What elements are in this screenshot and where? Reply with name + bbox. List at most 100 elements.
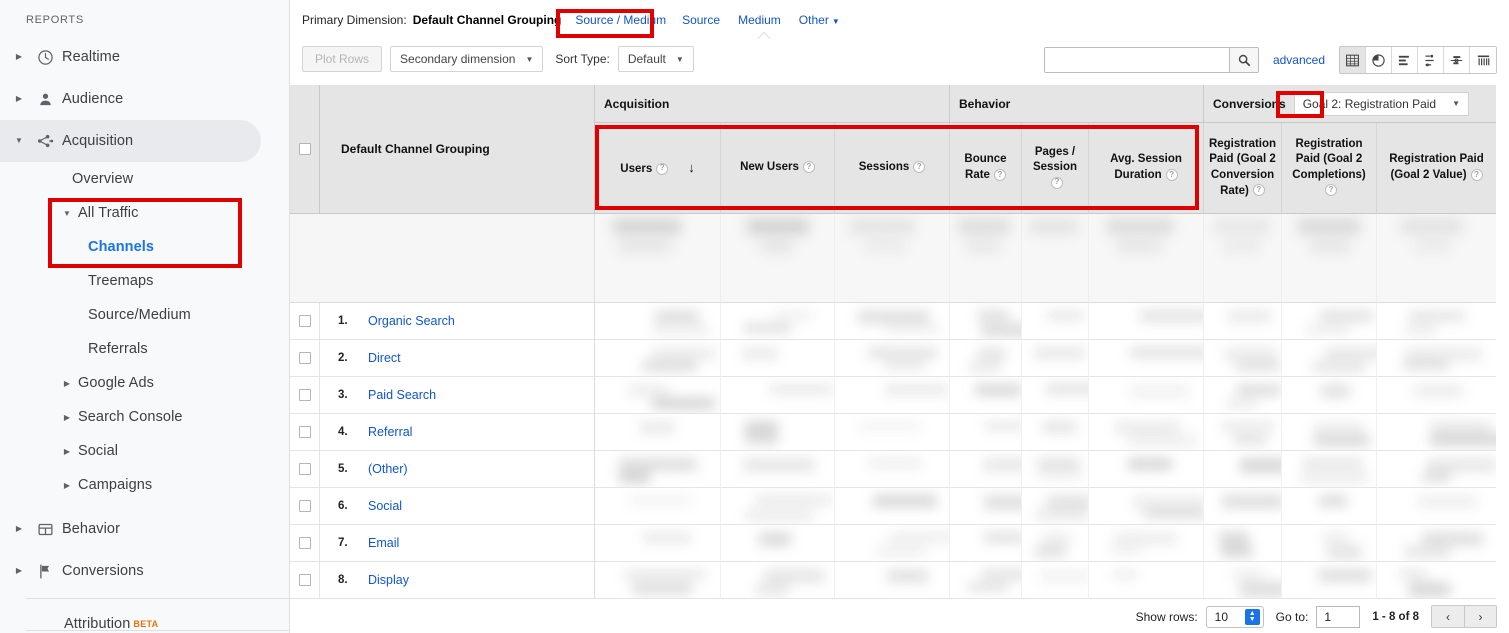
previous-page-button[interactable]: ‹ xyxy=(1431,605,1464,628)
show-rows-select[interactable]: 10 ▲▼ xyxy=(1206,606,1264,628)
row-dimension-link[interactable]: Email xyxy=(368,536,399,550)
sidebar-item-campaigns[interactable]: ▶ Campaigns xyxy=(0,468,289,502)
dimension-link-source[interactable]: Source xyxy=(682,13,720,27)
stepper-icon[interactable]: ▲▼ xyxy=(1245,609,1260,625)
help-icon[interactable]: ? xyxy=(1471,169,1483,181)
row-checkbox[interactable] xyxy=(299,426,311,438)
dimension-link-source-medium[interactable]: Source / Medium xyxy=(575,13,666,27)
sort-type-value: Default xyxy=(628,52,666,66)
row-dimension-link[interactable]: Referral xyxy=(368,425,412,439)
sidebar-item-behavior[interactable]: ▶ Behavior xyxy=(0,508,289,550)
help-icon[interactable]: ? xyxy=(1051,177,1063,189)
column-group-acquisition: Acquisition xyxy=(595,85,950,123)
advanced-link[interactable]: advanced xyxy=(1273,53,1325,67)
table-row[interactable]: 2.Direct xyxy=(290,340,1509,377)
sidebar-item-label: Channels xyxy=(88,239,154,255)
row-checkbox[interactable] xyxy=(299,463,311,475)
row-dimension-link[interactable]: (Other) xyxy=(368,462,408,476)
column-header-sessions[interactable]: Sessions? xyxy=(835,123,950,214)
sidebar-item-overview[interactable]: Overview xyxy=(0,162,289,196)
show-rows-label: Show rows: xyxy=(1136,610,1198,624)
search-input[interactable] xyxy=(1045,48,1229,72)
row-index: 2. xyxy=(338,352,368,364)
column-header-avg-session-duration[interactable]: Avg. Session Duration? xyxy=(1089,123,1204,214)
row-dimension-link[interactable]: Social xyxy=(368,499,402,513)
sidebar-item-referrals[interactable]: Referrals xyxy=(0,332,289,366)
view-type-group xyxy=(1339,46,1497,74)
chevron-right-icon: ▶ xyxy=(10,525,28,533)
column-header-pages-session[interactable]: Pages / Session? xyxy=(1022,123,1089,214)
sidebar-item-acquisition[interactable]: ▼ Acquisition xyxy=(0,120,261,162)
sidebar-item-source-medium[interactable]: Source/Medium xyxy=(0,298,289,332)
search-button[interactable] xyxy=(1229,47,1259,73)
row-checkbox[interactable] xyxy=(299,315,311,327)
redacted-value xyxy=(950,451,1021,487)
plot-rows-button[interactable]: Plot Rows xyxy=(302,46,382,72)
row-dimension-cell: 7.Email xyxy=(320,525,595,562)
bar-view-icon[interactable] xyxy=(1392,47,1418,73)
sort-type-select[interactable]: Default ▼ xyxy=(618,46,694,72)
column-header-bounce-rate[interactable]: Bounce Rate? xyxy=(950,123,1022,214)
goto-input[interactable]: 1 xyxy=(1316,606,1360,628)
row-checkbox[interactable] xyxy=(299,500,311,512)
dimension-link-other[interactable]: Other▼ xyxy=(799,13,840,27)
column-header-new-users[interactable]: New Users? xyxy=(721,123,835,214)
table-row[interactable]: 5.(Other) xyxy=(290,451,1509,488)
redacted-value xyxy=(1022,303,1088,339)
sidebar-item-google-ads[interactable]: ▶ Google Ads xyxy=(0,366,289,400)
sidebar-item-conversions[interactable]: ▶ Conversions xyxy=(0,550,289,592)
table-row[interactable]: 4.Referral xyxy=(290,414,1509,451)
redacted-value xyxy=(1377,214,1496,302)
help-icon[interactable]: ? xyxy=(1253,184,1265,196)
sidebar-item-social[interactable]: ▶ Social xyxy=(0,434,289,468)
pie-view-icon[interactable] xyxy=(1366,47,1392,73)
sidebar-item-attribution[interactable]: Attribution BETA xyxy=(0,605,289,633)
table-row[interactable]: 3.Paid Search xyxy=(290,377,1509,414)
comparison-view-icon[interactable] xyxy=(1444,47,1470,73)
chevron-right-icon: ▶ xyxy=(60,379,74,388)
next-page-button[interactable]: › xyxy=(1464,605,1497,628)
row-metric-cell xyxy=(721,562,835,599)
help-icon[interactable]: ? xyxy=(994,169,1006,181)
pagination-buttons: ‹ › xyxy=(1431,605,1497,628)
sidebar-item-channels[interactable]: Channels xyxy=(0,230,289,264)
row-dimension-link[interactable]: Organic Search xyxy=(368,314,455,328)
table-row[interactable]: 1.Organic Search xyxy=(290,303,1509,340)
row-checkbox[interactable] xyxy=(299,574,311,586)
row-dimension-link[interactable]: Display xyxy=(368,573,409,587)
column-header-goal2-value[interactable]: Registration Paid (Goal 2 Value)? xyxy=(1377,123,1496,214)
redacted-value xyxy=(950,488,1021,524)
performance-view-icon[interactable] xyxy=(1418,47,1444,73)
sidebar-item-treemaps[interactable]: Treemaps xyxy=(0,264,289,298)
secondary-dimension-button[interactable]: Secondary dimension ▼ xyxy=(390,46,543,72)
help-icon[interactable]: ? xyxy=(913,161,925,173)
goal-selector[interactable]: Goal 2: Registration Paid ▼ xyxy=(1294,92,1469,116)
table-row[interactable]: 7.Email xyxy=(290,525,1509,562)
row-dimension-link[interactable]: Direct xyxy=(368,351,401,365)
redacted-value xyxy=(595,562,720,598)
help-icon[interactable]: ? xyxy=(1166,169,1178,181)
help-icon[interactable]: ? xyxy=(656,163,668,175)
redacted-value xyxy=(721,488,834,524)
row-dimension-link[interactable]: Paid Search xyxy=(368,388,436,402)
column-header-users[interactable]: Users?↓ xyxy=(595,123,721,214)
row-checkbox[interactable] xyxy=(299,389,311,401)
pivot-view-icon[interactable] xyxy=(1470,47,1496,73)
column-header-goal2-conversion-rate[interactable]: Registration Paid (Goal 2 Conversion Rat… xyxy=(1204,123,1282,214)
column-header-goal2-completions[interactable]: Registration Paid (Goal 2 Completions)? xyxy=(1282,123,1377,214)
help-icon[interactable]: ? xyxy=(1325,184,1337,196)
row-checkbox[interactable] xyxy=(299,537,311,549)
sidebar-item-realtime[interactable]: ▶ Realtime xyxy=(0,36,289,78)
row-metric-cell xyxy=(1089,303,1204,340)
dimension-link-medium[interactable]: Medium xyxy=(738,13,781,27)
help-icon[interactable]: ? xyxy=(803,161,815,173)
search-and-views: advanced xyxy=(1044,46,1497,74)
sidebar-item-audience[interactable]: ▶ Audience xyxy=(0,78,289,120)
sidebar-item-search-console[interactable]: ▶ Search Console xyxy=(0,400,289,434)
table-row[interactable]: 8.Display xyxy=(290,562,1509,599)
sidebar-item-all-traffic[interactable]: ▼ All Traffic xyxy=(0,196,289,230)
table-view-icon[interactable] xyxy=(1340,47,1366,73)
table-row[interactable]: 6.Social xyxy=(290,488,1509,525)
row-checkbox[interactable] xyxy=(299,352,311,364)
select-all-checkbox[interactable] xyxy=(299,143,311,155)
